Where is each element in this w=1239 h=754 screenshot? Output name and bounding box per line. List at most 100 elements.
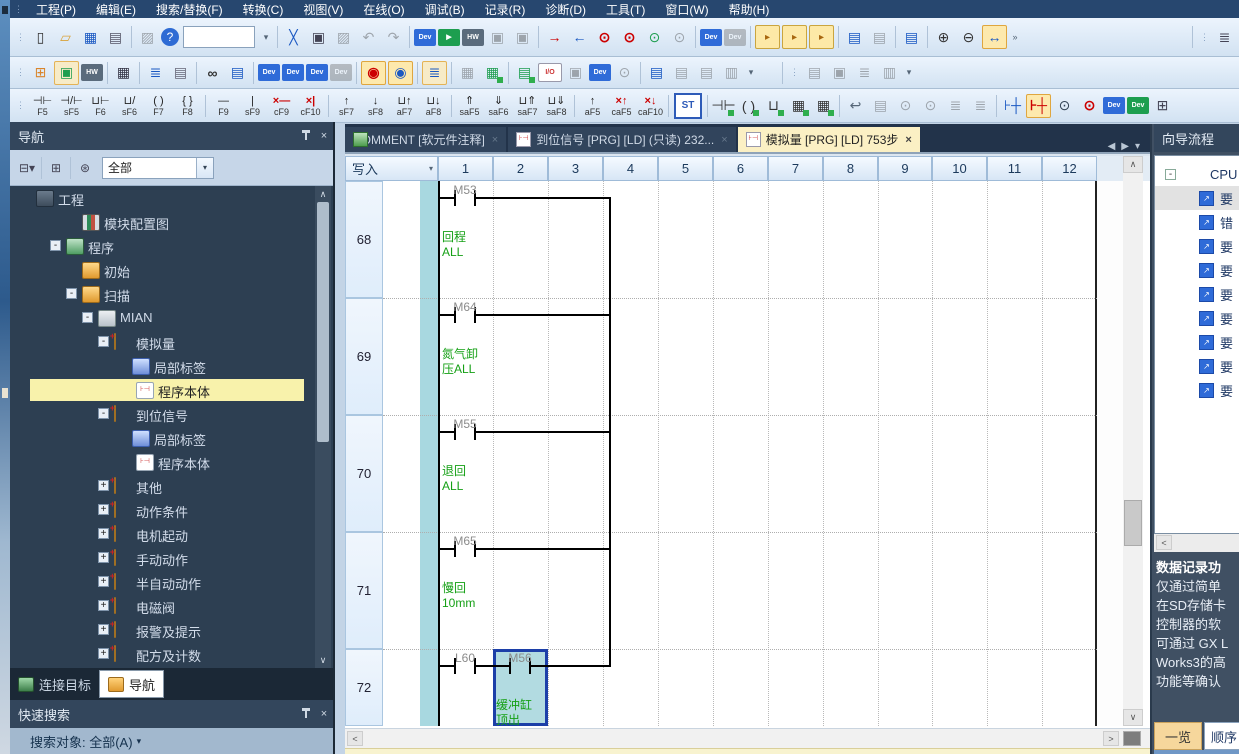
edge-insert-button[interactable]: ⊞ [1151,95,1174,117]
find-button[interactable]: ∞ [201,62,224,84]
monitor-start-button[interactable]: ⊙ [643,26,666,48]
menu-item-tools[interactable]: 工具(T) [596,1,655,18]
scroll-left-icon[interactable]: < [1156,535,1172,550]
tree-item-program-body[interactable]: ⊦⊣程序本体 [10,450,333,474]
edit-contact-button[interactable]: ⊣⊢ [712,95,735,117]
module-tool-button[interactable]: ▣ [828,62,851,84]
tab-comment[interactable]: COMMENT [软元件注释]× [345,127,506,152]
ladder-convert-falling-button[interactable]: ×↓caF10 [636,91,665,120]
device-comment-icon[interactable]: Dev [258,64,280,81]
tree-item-other[interactable]: +其他 [10,474,333,498]
note-insert-button[interactable]: ▸ [755,25,780,49]
tree-item-program[interactable]: -程序 [10,234,333,258]
collapse-icon[interactable]: - [50,240,61,251]
tab-analog-active[interactable]: ⊦⊣模拟量 [PRG] [LD] 753步× [738,127,920,152]
wizard-item[interactable]: ↗要 [1155,186,1239,210]
device-display2-icon[interactable]: Dev [724,29,746,46]
module-config-button[interactable]: ▦ [112,62,135,84]
vertical-scrollbar[interactable]: ∧ ∨ [1123,156,1143,726]
device-display-icon[interactable]: Dev [700,29,722,46]
ladder-convert-rising-button[interactable]: ×↑caF5 [607,91,636,120]
tree-item-mian[interactable]: -MIAN [10,306,333,330]
copy-button[interactable]: ▣ [307,26,330,48]
zoom-in-button[interactable]: ⊕ [932,26,955,48]
module-list-button[interactable]: ≣ [853,62,876,84]
ladder-close-branch-button[interactable]: ⊔/sF6 [115,91,144,120]
stamp-find-button[interactable]: ⊙ [613,62,636,84]
io-check-icon[interactable]: I/O [538,63,562,82]
menu-item-edit[interactable]: 编辑(E) [86,1,146,18]
menu-item-recording[interactable]: 记录(R) [475,1,536,18]
tab-scroll-left-icon[interactable]: ◀ [1108,141,1116,152]
scrollbar-thumb[interactable] [1123,731,1141,746]
device-monitor-icon[interactable]: Dev [414,29,436,46]
window-list-button[interactable]: ▥ [720,62,743,84]
menu-item-debug[interactable]: 调试(B) [415,1,475,18]
device-replace-icon[interactable]: Dev [1127,97,1149,114]
wizard-item[interactable]: ↗要 [1155,330,1239,354]
hardware-monitor-icon[interactable]: HW [462,29,484,46]
combobox-dropdown-icon[interactable]: ▾ [259,26,273,48]
ladder-falling-pulse-branch-button[interactable]: ⊔↓aF8 [419,91,448,120]
collapse-icon[interactable]: - [66,288,77,299]
menu-item-project[interactable]: 工程(P) [26,1,86,18]
system-monitor-button[interactable]: ▥ [878,62,901,84]
chevron-down-icon[interactable]: ▾ [196,158,213,178]
window-cascade-button[interactable]: ▤ [695,62,718,84]
rung-number-cell[interactable]: 70 [345,415,383,532]
monitor-mode-icon[interactable]: ▶ [438,29,460,46]
ladder-open-contact-button[interactable]: ⊣⊢F5 [28,91,57,120]
rung-number-cell[interactable]: 72 [345,649,383,726]
window-display-button[interactable]: ▤ [843,26,866,48]
expand-icon[interactable]: + [98,552,109,563]
tree-item-alarm-prompt[interactable]: +报警及提示 [10,618,333,642]
ladder-editor[interactable]: 写入 ▾ 1 2 3 4 5 6 7 8 9 10 11 12 68 69 70… [345,152,1150,728]
intelligent-module-button[interactable]: ▤ [803,62,826,84]
tree-collapse-icon[interactable]: ⊟▾ [16,158,38,178]
toolbar-overflow-icon[interactable]: » [1009,26,1021,48]
tree-item-initial[interactable]: 初始 [10,258,333,282]
tree-item-scan[interactable]: -扫描 [10,282,333,306]
watch-start-button[interactable]: ◉ [361,61,386,85]
scroll-up-icon[interactable]: ∧ [1123,156,1143,173]
tree-item-manual-action[interactable]: +手动动作 [10,546,333,570]
tree-item-program-body-selected[interactable]: ⊦⊣程序本体 [10,378,333,402]
chevron-down-icon[interactable]: ▾ [137,736,142,747]
monitor-resume-button[interactable]: ▣ [511,26,534,48]
open-project-button[interactable]: ▱ [54,26,77,48]
tab-overview[interactable]: 一览 [1154,722,1202,750]
tree-item-recipe-count[interactable]: +配方及计数 [10,642,333,666]
expand-icon[interactable]: + [98,648,109,659]
menu-item-online[interactable]: 在线(O) [353,1,414,18]
edit-branch-button[interactable]: ⊔ [762,95,785,117]
parameter-screen-button[interactable]: ≣ [144,62,167,84]
wizard-item[interactable]: ↗要 [1155,378,1239,402]
zoom-out-button[interactable]: ⊖ [957,26,980,48]
wizard-item[interactable]: ↗要 [1155,282,1239,306]
ladder-application-instruction-button[interactable]: { }F8 [173,91,202,120]
ladder-open-branch-button[interactable]: ⊔⊢F6 [86,91,115,120]
collapse-icon[interactable]: - [1165,169,1176,180]
wire-insert-button[interactable]: ⊦┼ [1001,95,1024,117]
st-editor-button[interactable]: ST [674,93,702,119]
expand-icon[interactable]: + [98,480,109,491]
find-coil-button[interactable]: ⊙ [1078,95,1101,117]
toolbar-overflow-icon[interactable]: ▾ [745,62,757,84]
keyword-combobox[interactable] [183,26,255,48]
wizard-root-item[interactable]: - CPU [1155,162,1239,186]
print-preview-button[interactable]: ▨ [136,26,159,48]
tree-item-module-config[interactable]: 模块配置图 [10,210,333,234]
indent-button[interactable]: ≣ [944,95,967,117]
monitor-pause-button[interactable]: ▣ [486,26,509,48]
tab-navigation[interactable]: 导航 [99,670,164,698]
tab-list-icon[interactable]: ▾ [1135,141,1140,152]
close-icon[interactable]: × [905,134,911,146]
note-list-button[interactable]: ▸ [809,25,834,49]
ladder-rising-pulse-close-branch-button[interactable]: ⊔⇑saF7 [513,91,542,120]
tree-item-solenoid-valve[interactable]: +电磁阀 [10,594,333,618]
rollback-button[interactable]: ↩ [844,95,867,117]
ladder-falling-pulse-close-branch-button[interactable]: ⊔⇓saF8 [542,91,571,120]
redo-button[interactable]: ↷ [382,26,405,48]
tree-scrollbar[interactable]: ∧ ∨ [315,186,331,668]
find-replace-button[interactable]: ▤ [226,62,249,84]
